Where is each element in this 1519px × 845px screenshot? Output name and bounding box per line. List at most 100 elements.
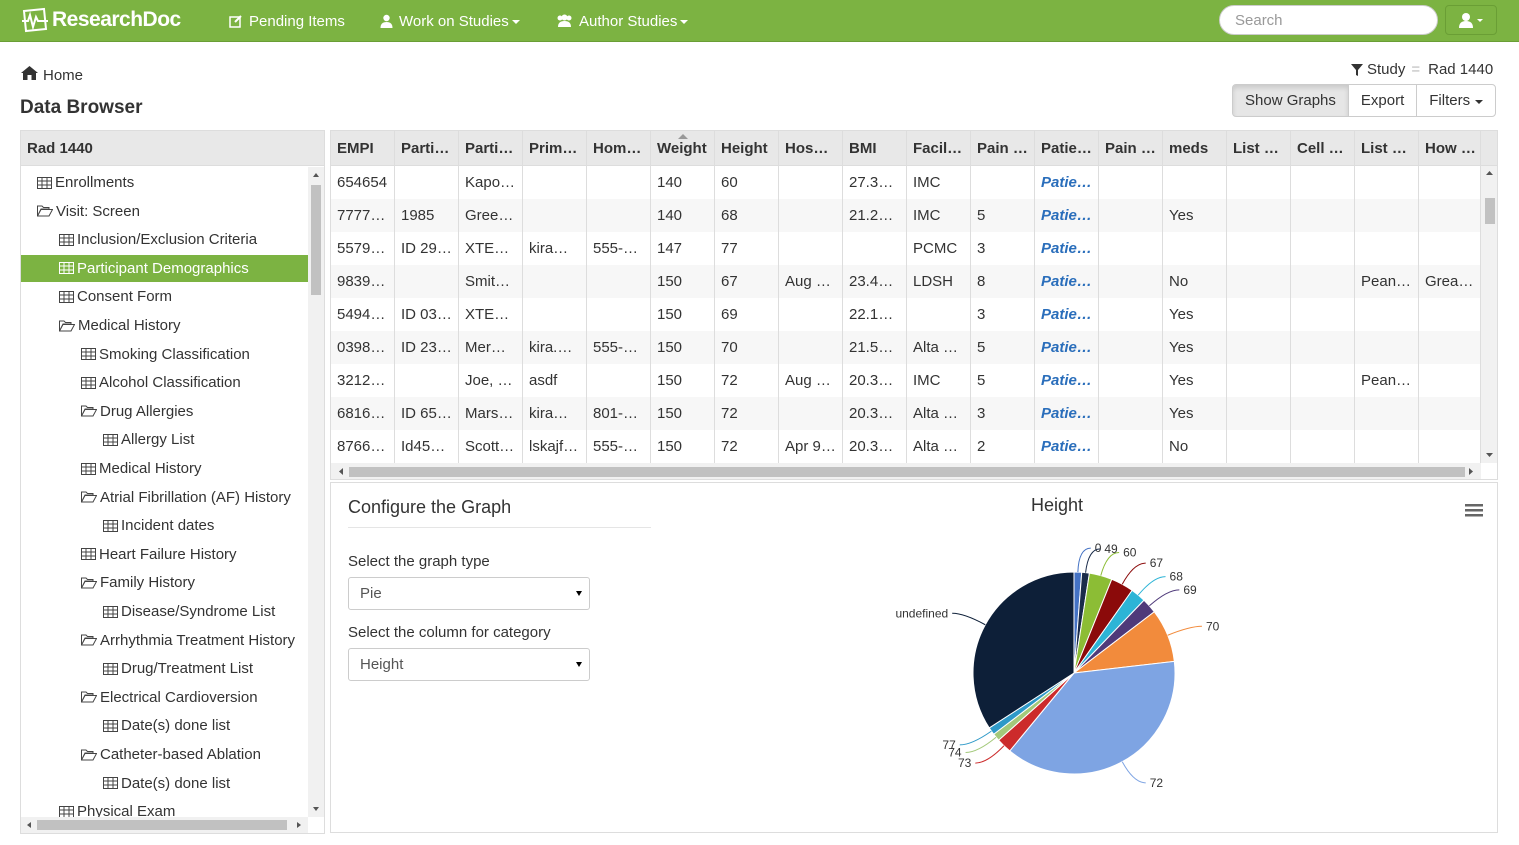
grid-hscroll-thumb[interactable] (349, 467, 1465, 477)
table-cell (587, 364, 651, 397)
show-graphs-button[interactable]: Show Graphs (1232, 84, 1349, 117)
sort-asc-icon (678, 134, 688, 139)
nav-pending-items[interactable]: Pending Items (229, 0, 345, 42)
tree-item[interactable]: Date(s) done list (103, 712, 230, 739)
column-header[interactable]: How … (1419, 131, 1481, 166)
tree-horizontal-scrollbar[interactable] (21, 817, 308, 833)
table-cell (1419, 397, 1481, 430)
tree-item[interactable]: Family History (81, 569, 195, 596)
tree-item[interactable]: Physical Exam (59, 798, 175, 817)
table-cell-link[interactable]: Patie… (1035, 232, 1099, 265)
table-row[interactable]: 654654 Kapo… 140 60 27.3… IMC Patie… (331, 166, 1481, 199)
tree-item[interactable]: Allergy List (103, 426, 194, 453)
brand[interactable]: ResearchDoc (20, 4, 181, 36)
column-header[interactable]: Prim… (523, 131, 587, 166)
tree-item[interactable]: Medical History (81, 455, 202, 482)
column-header[interactable]: Patie… (1035, 131, 1099, 166)
grid-vscroll-thumb[interactable] (1485, 198, 1495, 224)
table-cell-link[interactable]: Patie… (1035, 166, 1099, 199)
table-row[interactable]: 5579… ID 29… XTE… kira… 555-… 147 77 PCMC 3 Patie… (331, 232, 1481, 265)
table-cell-link[interactable]: Patie… (1035, 364, 1099, 397)
tree-item-label: Medical History (78, 317, 181, 334)
table-cell-link[interactable]: Patie… (1035, 265, 1099, 298)
table-cell-link[interactable]: Patie… (1035, 397, 1099, 430)
tree-item[interactable]: Smoking Classification (81, 341, 250, 368)
search-input[interactable] (1219, 5, 1438, 35)
table-row[interactable]: 7777… 1985 Gree… 140 68 21.2… IMC 5 Patie… Yes (331, 199, 1481, 232)
tree-item[interactable]: Drug/Treatment List (103, 655, 253, 682)
tree-item-label: Medical History (99, 460, 202, 477)
table-cell (1227, 430, 1291, 463)
grid-horizontal-scrollbar[interactable] (331, 463, 1481, 479)
table-row[interactable]: 0398… ID 23… Mer… kira.… 555-… 150 70 21.5… Alta… (331, 331, 1481, 364)
table-cell: Yes (1163, 364, 1227, 397)
table-cell (1227, 265, 1291, 298)
table-cell (395, 364, 459, 397)
tree-vertical-scrollbar[interactable] (308, 167, 324, 817)
table-cell-link[interactable]: Patie… (1035, 298, 1099, 331)
table-cell-link[interactable]: Patie… (1035, 331, 1099, 364)
tree-item[interactable]: Alcohol Classification (81, 369, 241, 396)
grid-vertical-scrollbar[interactable] (1481, 166, 1497, 463)
column-header[interactable]: List … (1227, 131, 1291, 166)
breadcrumb[interactable]: Home (21, 66, 83, 84)
table-cell: IMC (907, 364, 971, 397)
tree-item[interactable]: Enrollments (37, 169, 134, 196)
table-cell-link[interactable]: Patie… (1035, 430, 1099, 463)
column-header[interactable]: EMPI (331, 131, 395, 166)
tree-item[interactable]: Date(s) done list (103, 770, 230, 797)
column-header[interactable]: BMI (843, 131, 907, 166)
pie-label: 72 (1150, 776, 1164, 790)
table-cell: ID 23… (395, 331, 459, 364)
column-header[interactable]: Parti… (395, 131, 459, 166)
tree-item-label: Date(s) done list (121, 774, 231, 792)
nav-author-studies[interactable]: Author Studies (556, 0, 689, 42)
export-button[interactable]: Export (1347, 84, 1418, 117)
tree-item[interactable]: Catheter-based Ablation (81, 741, 261, 768)
tree-item-label: Disease/Syndrome List (121, 603, 276, 620)
column-header[interactable]: Pain … (971, 131, 1035, 166)
tree-item[interactable]: Participant Demographics (21, 254, 308, 282)
table-cell: asdf (523, 364, 587, 397)
tree-item[interactable]: Incident dates (103, 512, 214, 539)
tree-item-label: Participant Demographics (77, 259, 249, 277)
breadcrumb-home[interactable]: Home (43, 67, 83, 84)
table-cell: IMC (907, 166, 971, 199)
table-cell: 555-… (587, 232, 651, 265)
column-header[interactable]: Hom… (587, 131, 651, 166)
column-header[interactable]: Pain … (1099, 131, 1163, 166)
column-header[interactable]: Hos… (779, 131, 843, 166)
table-cell (1227, 397, 1291, 430)
tree-item[interactable]: Inclusion/Exclusion Criteria (59, 226, 257, 253)
tree-item[interactable]: Consent Form (59, 283, 172, 310)
table-row[interactable]: 3212… Joe, … asdf 150 72 Aug … 20.3… IMC 5 Patie…… (331, 364, 1481, 397)
nav-work-on-studies[interactable]: Work on Studies (380, 0, 520, 42)
filters-button[interactable]: Filters (1416, 84, 1497, 117)
table-cell: No (1163, 430, 1227, 463)
tree-item[interactable]: Drug Allergies (81, 398, 193, 425)
tree-item[interactable]: Disease/Syndrome List (103, 598, 275, 625)
tree-item[interactable]: Atrial Fibrillation (AF) History (81, 484, 291, 511)
table-cell (523, 298, 587, 331)
column-header[interactable]: Height (715, 131, 779, 166)
column-header[interactable]: List … (1355, 131, 1419, 166)
tree-item[interactable]: Arrhythmia Treatment History (81, 627, 295, 654)
column-header[interactable]: Cell … (1291, 131, 1355, 166)
tree-item[interactable]: Medical History (59, 312, 181, 339)
table-cell: 77 (715, 232, 779, 265)
table-cell: 5494… (331, 298, 395, 331)
tree-item[interactable]: Heart Failure History (81, 541, 237, 568)
table-row[interactable]: 8766… Id45… Scott… lskajf… 555-… 150 72 Apr 9… 2… (331, 430, 1481, 463)
column-header[interactable]: meds (1163, 131, 1227, 166)
tree-item[interactable]: Visit: Screen (37, 198, 140, 225)
table-cell: 654654 (331, 166, 395, 199)
user-menu-button[interactable] (1445, 5, 1497, 35)
tree-item[interactable]: Electrical Cardioversion (81, 684, 258, 711)
table-row[interactable]: 5494… ID 03… XTE… 150 69 22.1… 3 Patie… Yes (331, 298, 1481, 331)
column-header[interactable]: Parti… (459, 131, 523, 166)
table-cell: 60 (715, 166, 779, 199)
column-header[interactable]: Facil… (907, 131, 971, 166)
table-cell-link[interactable]: Patie… (1035, 199, 1099, 232)
table-row[interactable]: 9839… Smit… 150 67 Aug … 23.4… LDSH 8 Patie… No Pe… (331, 265, 1481, 298)
table-row[interactable]: 6816… ID 65… Mars… kira… 801-… 150 72 20.3… Alta… (331, 397, 1481, 430)
